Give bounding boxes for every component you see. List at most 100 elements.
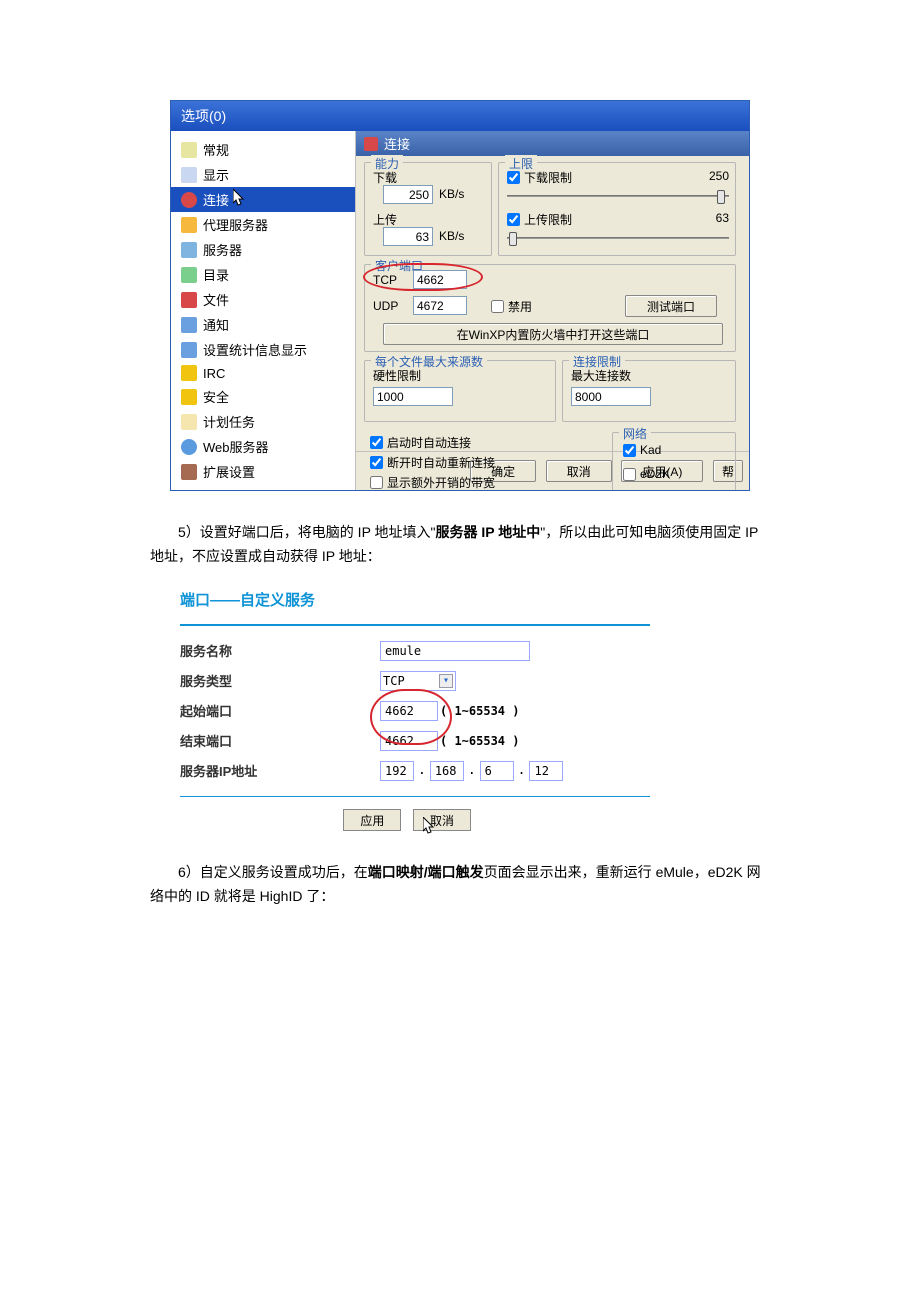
- upload-limit-check[interactable]: 上传限制: [507, 211, 572, 228]
- download-limit-checkbox[interactable]: [507, 171, 520, 184]
- sidebar-item-8[interactable]: 设置统计信息显示: [171, 337, 355, 362]
- reconnect-checkbox[interactable]: [370, 456, 383, 469]
- maxconn-label: 最大连接数: [571, 367, 631, 384]
- ip-octet-1[interactable]: [380, 761, 414, 781]
- upload-unit: KB/s: [439, 229, 464, 243]
- sidebar-item-label: 服务器: [203, 240, 242, 259]
- sidebar-item-1[interactable]: 显示: [171, 162, 355, 187]
- sidebar-item-10[interactable]: 安全: [171, 384, 355, 409]
- sidebar-item-label: 安全: [203, 387, 229, 406]
- router-heading: 端口——自定义服务: [180, 589, 650, 610]
- upload-limit-checkbox[interactable]: [507, 213, 520, 226]
- upload-limit-slider[interactable]: [507, 229, 729, 247]
- sidebar-item-7[interactable]: 通知: [171, 312, 355, 337]
- download-label: 下载: [373, 169, 397, 186]
- window-title: 选项(0): [181, 106, 226, 126]
- router-cancel-button[interactable]: 取消: [413, 809, 471, 831]
- download-capacity-input[interactable]: [383, 185, 433, 204]
- row-server-ip: 服务器IP地址 . . .: [180, 756, 650, 786]
- reconnect-check[interactable]: 断开时自动重新连接: [370, 454, 495, 471]
- start-port-label: 起始端口: [180, 701, 380, 720]
- router-divider-top: [180, 624, 650, 626]
- sidebar-item-4[interactable]: 服务器: [171, 237, 355, 262]
- ic-gen-icon: [181, 142, 197, 158]
- cancel-button[interactable]: 取消: [546, 460, 612, 482]
- end-port-label: 结束端口: [180, 731, 380, 750]
- disable-udp-check[interactable]: 禁用: [491, 298, 532, 315]
- sidebar-item-9[interactable]: IRC: [171, 362, 355, 384]
- sidebar-item-13[interactable]: 扩展设置: [171, 459, 355, 484]
- udp-label: UDP: [373, 299, 398, 313]
- start-port-input[interactable]: [380, 701, 438, 721]
- sidebar-item-label: 扩展设置: [203, 462, 255, 481]
- sources-group: 每个文件最大来源数 硬性限制: [364, 360, 556, 422]
- ic-ext-icon: [181, 464, 197, 480]
- ic-sec-icon: [181, 389, 197, 405]
- ed2k-check[interactable]: eD2K: [623, 467, 670, 481]
- end-port-input[interactable]: [380, 731, 438, 751]
- connlimit-group: 连接限制 最大连接数: [562, 360, 736, 422]
- service-name-label: 服务名称: [180, 641, 380, 660]
- connection-icon: [364, 137, 378, 151]
- sidebar-item-label: 文件: [203, 290, 229, 309]
- kad-checkbox[interactable]: [623, 444, 636, 457]
- sidebar-item-label: 常规: [203, 140, 229, 159]
- ip-octet-4[interactable]: [529, 761, 563, 781]
- ic-conn-icon: [181, 192, 197, 208]
- overhead-checkbox[interactable]: [370, 476, 383, 489]
- sidebar-item-label: 代理服务器: [203, 215, 268, 234]
- sidebar-item-6[interactable]: 文件: [171, 287, 355, 312]
- ic-srv-icon: [181, 242, 197, 258]
- service-name-input[interactable]: [380, 641, 530, 661]
- sidebar: 常规显示连接代理服务器服务器目录文件通知设置统计信息显示 IRC 安全计划任务 Web…: [171, 131, 356, 490]
- sidebar-item-label: 显示: [203, 165, 229, 184]
- paragraph-6: 6）自定义服务设置成功后，在端口映射/端口触发页面会显示出来，重新运行 eMul…: [150, 861, 770, 909]
- ic-web-icon: [181, 439, 197, 455]
- ed2k-checkbox[interactable]: [623, 468, 636, 481]
- sidebar-item-label: IRC: [203, 366, 225, 381]
- sidebar-item-2[interactable]: 连接: [171, 187, 355, 212]
- ports-group: 客户端口 TCP UDP 禁用 测试端口 在WinXP内置防火墙中打开这些端口: [364, 264, 736, 352]
- upload-capacity-input[interactable]: [383, 227, 433, 246]
- tcp-label: TCP: [373, 273, 397, 287]
- hard-limit-label: 硬性限制: [373, 367, 421, 384]
- autoconnect-check[interactable]: 启动时自动连接: [370, 434, 471, 451]
- sidebar-item-11[interactable]: 计划任务: [171, 409, 355, 434]
- networks-legend: 网络: [619, 425, 651, 442]
- service-type-select[interactable]: TCP ▾: [380, 671, 456, 691]
- sidebar-item-0[interactable]: 常规: [171, 137, 355, 162]
- row-start-port: 起始端口 ( 1~65534 ): [180, 696, 650, 726]
- ic-proxy-icon: [181, 217, 197, 233]
- autoconnect-checkbox[interactable]: [370, 436, 383, 449]
- start-port-range: ( 1~65534 ): [440, 704, 519, 718]
- sidebar-item-label: 设置统计信息显示: [203, 340, 307, 359]
- test-ports-button[interactable]: 测试端口: [625, 295, 717, 317]
- download-limit-slider[interactable]: [507, 187, 729, 205]
- section-title-text: 连接: [384, 134, 410, 153]
- router-apply-button[interactable]: 应用: [343, 809, 401, 831]
- disable-udp-checkbox[interactable]: [491, 300, 504, 313]
- udp-port-input[interactable]: [413, 296, 467, 315]
- maxconn-input[interactable]: [571, 387, 651, 406]
- kad-check[interactable]: Kad: [623, 443, 661, 457]
- ip-octet-3[interactable]: [480, 761, 514, 781]
- sidebar-item-label: 目录: [203, 265, 229, 284]
- sidebar-item-label: Web服务器: [203, 437, 269, 456]
- router-form: 端口——自定义服务 服务名称 服务类型 TCP ▾ 起始端口 ( 1~65534…: [180, 589, 650, 832]
- firewall-open-button[interactable]: 在WinXP内置防火墙中打开这些端口: [383, 323, 723, 345]
- section-header: 连接: [356, 131, 749, 156]
- capacity-group: 能力 下载 KB/s 上传 KB/s: [364, 162, 492, 256]
- sidebar-item-3[interactable]: 代理服务器: [171, 212, 355, 237]
- sidebar-item-12[interactable]: Web服务器: [171, 434, 355, 459]
- download-limit-check[interactable]: 下载限制: [507, 169, 572, 186]
- sidebar-item-label: 计划任务: [203, 412, 255, 431]
- overhead-check[interactable]: 显示额外开销的带宽: [370, 474, 495, 491]
- tcp-port-input[interactable]: [413, 270, 467, 289]
- sidebar-item-5[interactable]: 目录: [171, 262, 355, 287]
- titlebar[interactable]: 选项(0): [171, 101, 749, 131]
- ip-octet-2[interactable]: [430, 761, 464, 781]
- ic-irc-icon: [181, 365, 197, 381]
- hard-limit-input[interactable]: [373, 387, 453, 406]
- networks-group: 网络 Kad eD2K: [612, 432, 736, 491]
- limits-group: 上限 下载限制 250 上传限制: [498, 162, 736, 256]
